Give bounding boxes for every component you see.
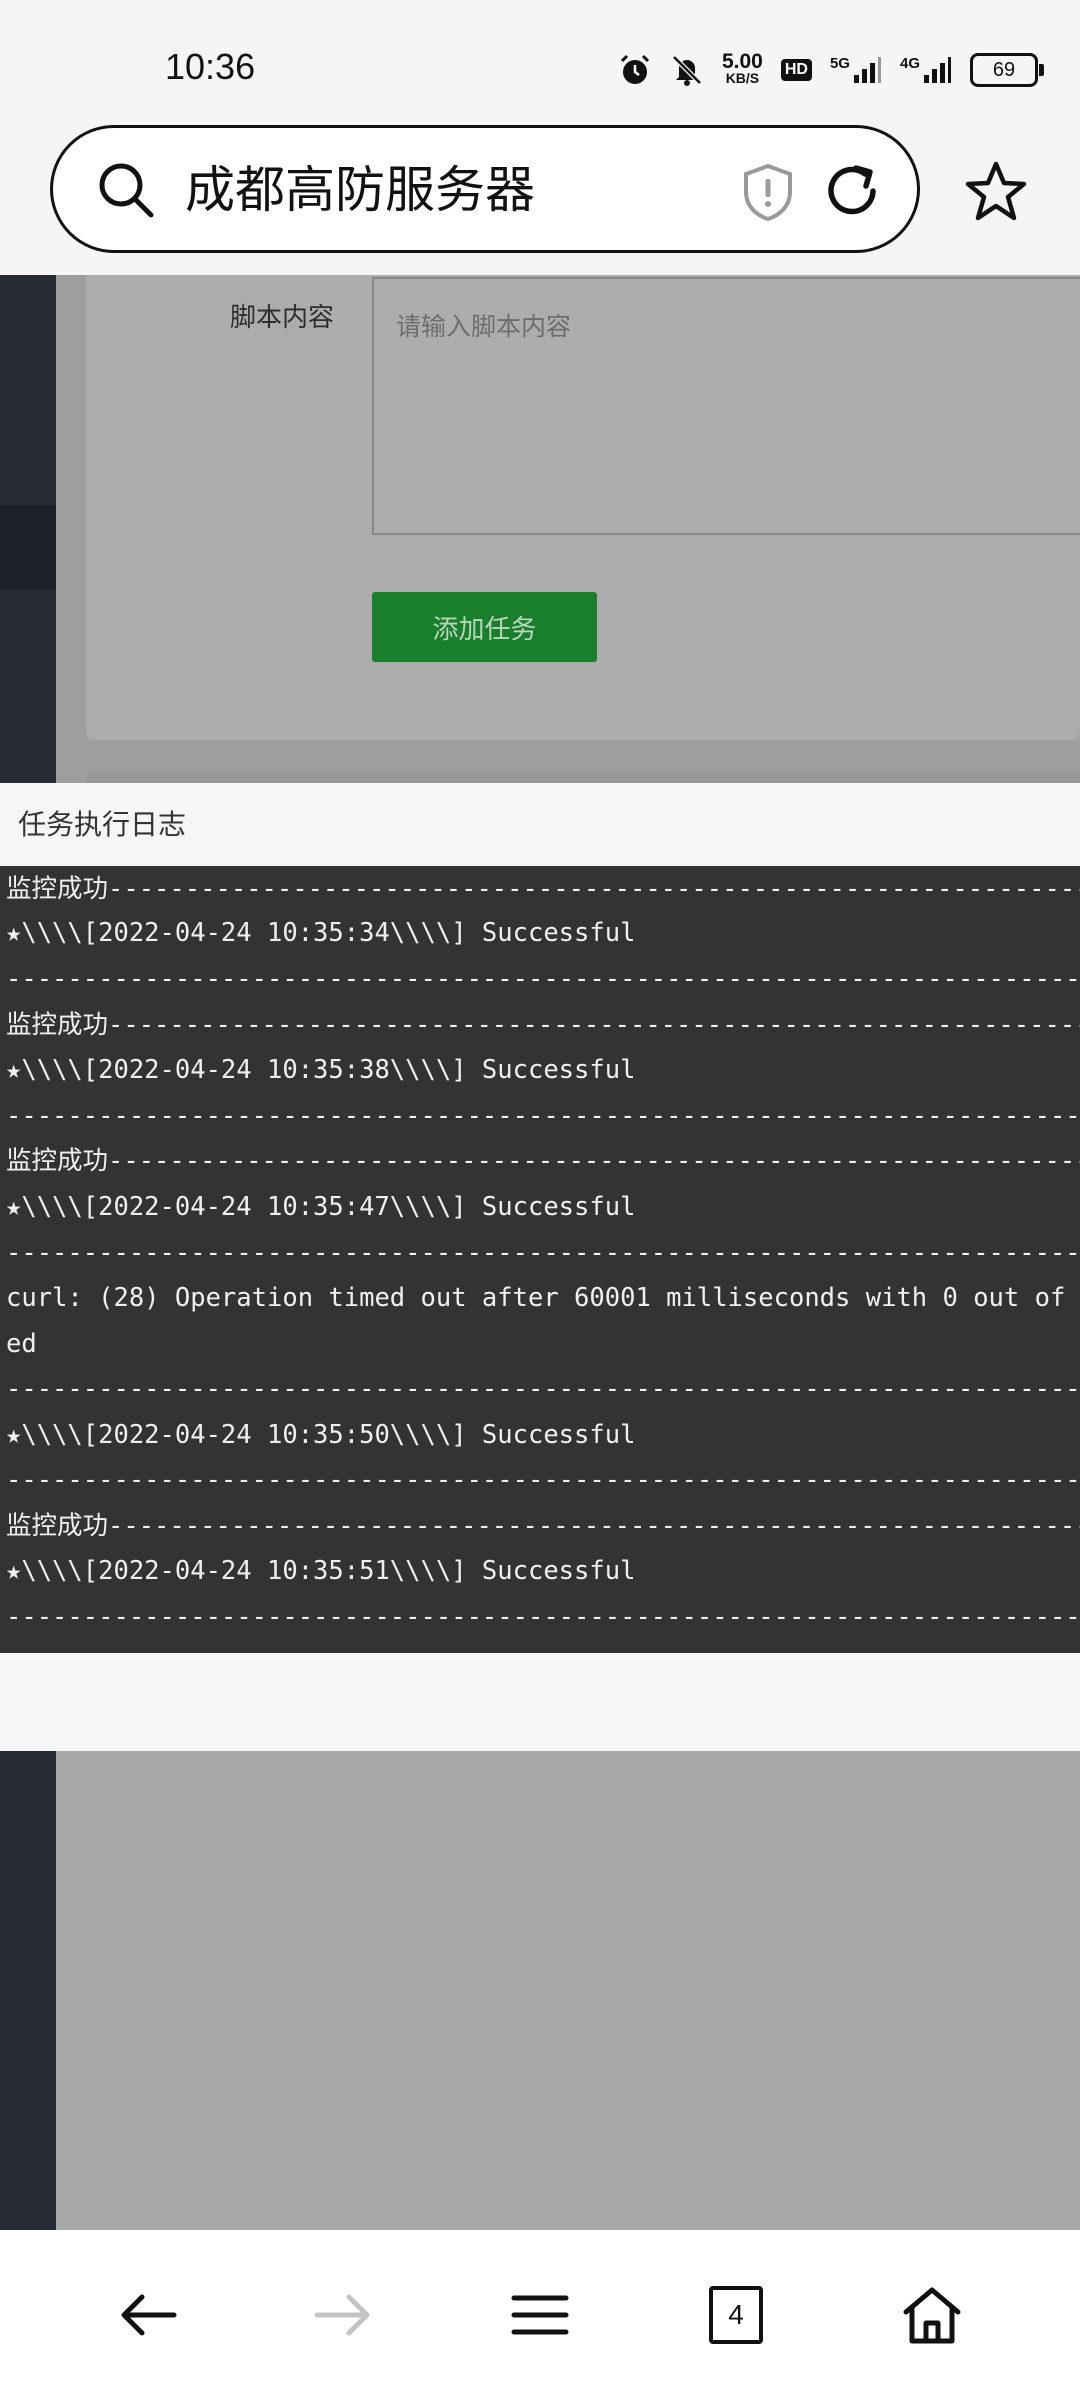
shield-icon[interactable]: [740, 162, 796, 222]
home-icon[interactable]: [882, 2265, 982, 2365]
log-line: ★\\\\[2022-04-24 10:35:51\\\\] Successfu…: [6, 1556, 636, 1586]
log-line: ed: [6, 1329, 37, 1359]
signal-5g-icon: 5G: [830, 55, 882, 85]
log-line: ----------------------------------------…: [6, 1465, 1080, 1495]
log-line: ----------------------------------------…: [6, 964, 1080, 994]
net-speed-value: 5.00: [721, 50, 763, 73]
battery-level: 69: [992, 58, 1016, 81]
address-text[interactable]: 成都高防服务器: [185, 160, 535, 220]
mute-icon: [670, 53, 704, 87]
log-line: ----------------------------------------…: [6, 1374, 1080, 1404]
menu-icon[interactable]: [490, 2265, 590, 2365]
alarm-icon: [618, 53, 652, 87]
log-line: 监控成功------------------------------------…: [6, 1146, 1080, 1176]
net-speed-unit: KB/S: [725, 70, 760, 86]
signal-4g-icon: 4G: [900, 55, 952, 85]
log-line: 监控成功------------------------------------…: [6, 874, 1080, 904]
forward-arrow-icon[interactable]: [293, 2265, 393, 2365]
log-title: 任务执行日志: [18, 808, 187, 841]
back-arrow-icon[interactable]: [98, 2265, 198, 2365]
hd-icon: HD: [780, 59, 812, 81]
net-speed: 5.00 KB/S: [721, 50, 763, 86]
log-line: ★\\\\[2022-04-24 10:35:34\\\\] Successfu…: [6, 918, 636, 948]
log-line: ★\\\\[2022-04-24 10:35:50\\\\] Successfu…: [6, 1420, 636, 1450]
sidebar-active-item[interactable]: [0, 505, 56, 590]
status-time: 10:36: [165, 46, 256, 87]
script-content-input[interactable]: [372, 277, 1080, 535]
log-line: ★\\\\[2022-04-24 10:35:47\\\\] Successfu…: [6, 1192, 636, 1222]
log-line: ----------------------------------------…: [6, 1101, 1080, 1131]
script-content-label: 脚本内容: [230, 303, 335, 333]
log-line: 监控成功------------------------------------…: [6, 1010, 1080, 1040]
log-line: ★\\\\[2022-04-24 10:35:38\\\\] Successfu…: [6, 1055, 636, 1085]
log-line: ----------------------------------------…: [6, 1238, 1080, 1268]
reload-icon[interactable]: [822, 160, 884, 222]
battery-icon: 69: [970, 53, 1044, 87]
tabs-icon[interactable]: 4: [686, 2265, 786, 2365]
log-line: ----------------------------------------…: [6, 1602, 1080, 1632]
log-line: 监控成功------------------------------------…: [6, 1511, 1080, 1541]
signal-4g-label: 4G: [899, 55, 920, 72]
log-line: curl: (28) Operation timed out after 600…: [6, 1283, 1066, 1313]
sidebar: [0, 1751, 56, 2230]
status-icons: 5.00 KB/S HD 5G 4G 69: [618, 50, 1044, 90]
signal-5g-label: 5G: [829, 55, 850, 72]
add-task-button[interactable]: 添加任务: [372, 592, 597, 662]
star-icon[interactable]: [962, 158, 1030, 226]
tab-count: 4: [709, 2286, 763, 2344]
log-output[interactable]: 监控成功------------------------------------…: [0, 866, 1080, 1653]
search-icon[interactable]: [96, 160, 156, 220]
page-overlay: [56, 1751, 1080, 2230]
